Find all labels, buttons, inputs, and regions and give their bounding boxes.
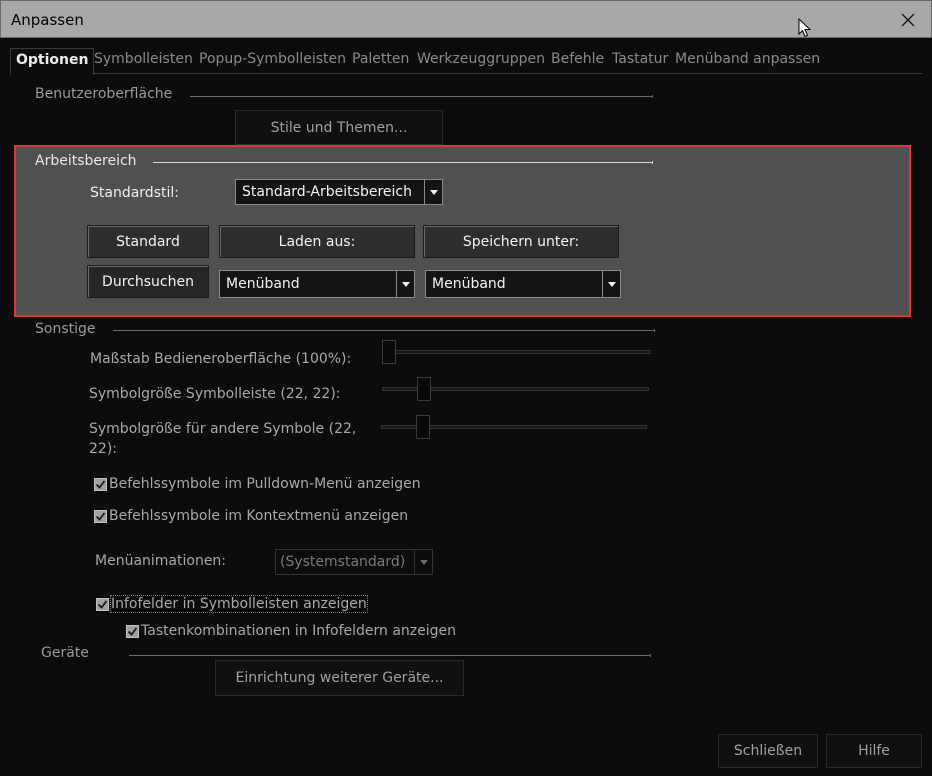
close-icon <box>901 13 915 26</box>
menu-animation-label: Menüanimationen: <box>95 553 227 569</box>
group-label-devices: Geräte <box>41 645 89 661</box>
styles-themes-button[interactable]: Stile und Themen... <box>235 110 443 145</box>
group-label-misc: Sonstige <box>35 321 96 337</box>
checkmark-icon <box>127 626 138 636</box>
group-divider-ui <box>190 95 653 98</box>
save-as-combo[interactable]: Menüband <box>425 270 621 298</box>
pulldown-icons-checkbox[interactable]: Befehlssymbole im Pulldown-Menü anzeigen <box>94 476 421 492</box>
toolbar-icon-size-label: Symbolgröße Symbolleiste (22, 22): <box>89 386 341 402</box>
load-from-combo[interactable]: Menüband <box>219 270 415 298</box>
tab-strip: Optionen Symbolleisten Popup-Symbolleist… <box>10 48 922 75</box>
tooltips-checkbox[interactable]: Infofelder in Symbolleisten anzeigen <box>96 595 368 613</box>
group-divider-workspace <box>153 161 653 164</box>
load-from-value: Menüband <box>226 276 300 292</box>
context-icons-checkbox[interactable]: Befehlssymbole im Kontextmenü anzeigen <box>94 508 408 524</box>
scale-label: Maßstab Bedieneroberfläche (100%): <box>90 351 352 367</box>
standard-button[interactable]: Standard <box>87 225 209 258</box>
help-button[interactable]: Hilfe <box>826 734 922 768</box>
device-setup-button[interactable]: Einrichtung weiterer Geräte... <box>215 660 464 696</box>
group-label-ui: Benutzeroberfläche <box>35 86 173 102</box>
save-as-button[interactable]: Speichern unter: <box>423 225 619 258</box>
tab-paletten[interactable]: Paletten <box>352 51 409 67</box>
tab-tastatur[interactable]: Tastatur <box>612 51 668 67</box>
default-style-combo[interactable]: Standard-Arbeitsbereich <box>235 179 443 205</box>
mouse-cursor-icon <box>798 18 812 38</box>
checkbox-box <box>126 624 139 638</box>
checkbox-box <box>96 597 109 611</box>
scale-slider-thumb[interactable] <box>382 340 396 364</box>
group-divider-devices <box>129 654 651 657</box>
tab-befehle[interactable]: Befehle <box>551 51 604 67</box>
close-window-button[interactable] <box>885 1 931 38</box>
other-icon-size-label-line1: Symbolgröße für andere Symbole (22, <box>89 421 357 437</box>
workspace-panel: Arbeitsbereich Standardstil: Standard-Ar… <box>14 145 911 317</box>
tab-menueband-anpassen[interactable]: Menüband anpassen <box>675 51 820 67</box>
tab-optionen[interactable]: Optionen <box>10 48 95 75</box>
chevron-down-icon <box>424 180 442 204</box>
chevron-down-icon <box>602 271 620 297</box>
checkmark-icon <box>97 599 108 609</box>
group-label-workspace: Arbeitsbereich <box>35 153 137 169</box>
default-style-value: Standard-Arbeitsbereich <box>242 184 412 200</box>
load-from-button[interactable]: Laden aus: <box>219 225 415 258</box>
menu-animation-value: (Systemstandard) <box>280 554 406 570</box>
default-style-label: Standardstil: <box>90 185 179 201</box>
tab-popup-symbolleisten[interactable]: Popup-Symbolleisten <box>199 51 346 67</box>
shortcuts-in-tooltips-checkbox[interactable]: Tastenkombinationen in Infofeldern anzei… <box>126 623 456 639</box>
save-as-value: Menüband <box>432 276 506 292</box>
pulldown-icons-label: Befehlssymbole im Pulldown-Menü anzeigen <box>109 476 421 492</box>
context-icons-label: Befehlssymbole im Kontextmenü anzeigen <box>109 508 409 524</box>
checkmark-icon <box>95 511 106 521</box>
chevron-down-icon <box>414 550 432 574</box>
browse-button[interactable]: Durchsuchen <box>87 265 209 298</box>
checkmark-icon <box>95 479 106 489</box>
menu-animation-combo[interactable]: (Systemstandard) <box>275 549 433 575</box>
tab-werkzeuggruppen[interactable]: Werkzeuggruppen <box>417 51 545 67</box>
close-button[interactable]: Schließen <box>718 734 818 768</box>
tooltips-label: Infofelder in Symbolleisten anzeigen <box>110 595 368 613</box>
other-icon-size-label-line2: 22): <box>89 441 117 457</box>
title-bar: Anpassen <box>0 0 932 38</box>
toolbar-icon-size-slider-thumb[interactable] <box>417 377 432 401</box>
checkbox-box <box>94 477 107 491</box>
group-divider-misc <box>113 329 655 332</box>
scale-slider-track <box>382 350 651 354</box>
shortcuts-in-tooltips-label: Tastenkombinationen in Infofeldern anzei… <box>141 623 457 639</box>
checkbox-box <box>94 509 107 523</box>
window-title: Anpassen <box>11 11 84 29</box>
other-icon-size-slider-thumb[interactable] <box>416 415 431 439</box>
tab-symbolleisten[interactable]: Symbolleisten <box>94 51 193 67</box>
chevron-down-icon <box>396 271 414 297</box>
